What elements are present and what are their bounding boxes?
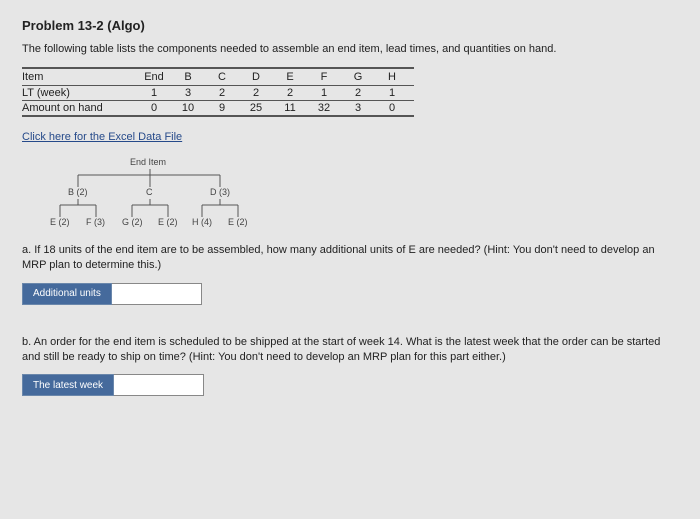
tree-node-e3: E (2) [228, 217, 248, 227]
answer-a-label: Additional units [22, 283, 112, 305]
hdr-h: H [380, 68, 414, 86]
product-tree: End Item B (2) C D (3) E (2) F (3) G (2)… [50, 159, 400, 237]
problem-title: Problem 13-2 (Algo) [22, 18, 678, 33]
answer-b-input[interactable] [114, 374, 204, 396]
answer-b-label: The latest week [22, 374, 114, 396]
tree-node-e1: E (2) [50, 217, 70, 227]
hdr-end: End [142, 68, 176, 86]
hdr-e: E [278, 68, 312, 86]
lbl-lt: LT (week) [22, 86, 142, 101]
answer-a-row: Additional units [22, 283, 678, 305]
tree-node-e2: E (2) [158, 217, 178, 227]
tree-node-end: End Item [130, 157, 166, 167]
components-table: Item End B C D E F G H LT (week) 1 3 2 2… [22, 67, 414, 117]
question-a-text: a. If 18 units of the end item are to be… [22, 243, 678, 273]
hdr-g: G [346, 68, 380, 86]
lbl-amount: Amount on hand [22, 101, 142, 117]
hdr-f: F [312, 68, 346, 86]
tree-node-g: G (2) [122, 217, 143, 227]
table-row-header: Item End B C D E F G H [22, 68, 414, 86]
table-row-amount: Amount on hand 0 10 9 25 11 32 3 0 [22, 101, 414, 117]
question-b-text: b. An order for the end item is schedule… [22, 335, 678, 365]
answer-b-row: The latest week [22, 374, 678, 396]
table-row-lt: LT (week) 1 3 2 2 2 1 2 1 [22, 86, 414, 101]
hdr-item: Item [22, 68, 142, 86]
tree-node-f: F (3) [86, 217, 105, 227]
excel-data-link[interactable]: Click here for the Excel Data File [22, 131, 182, 143]
tree-node-b: B (2) [68, 187, 88, 197]
tree-node-d: D (3) [210, 187, 230, 197]
tree-node-c: C [146, 187, 153, 197]
hdr-b: B [176, 68, 210, 86]
tree-node-h: H (4) [192, 217, 212, 227]
intro-text: The following table lists the components… [22, 43, 678, 55]
answer-a-input[interactable] [112, 283, 202, 305]
hdr-d: D [244, 68, 278, 86]
hdr-c: C [210, 68, 244, 86]
